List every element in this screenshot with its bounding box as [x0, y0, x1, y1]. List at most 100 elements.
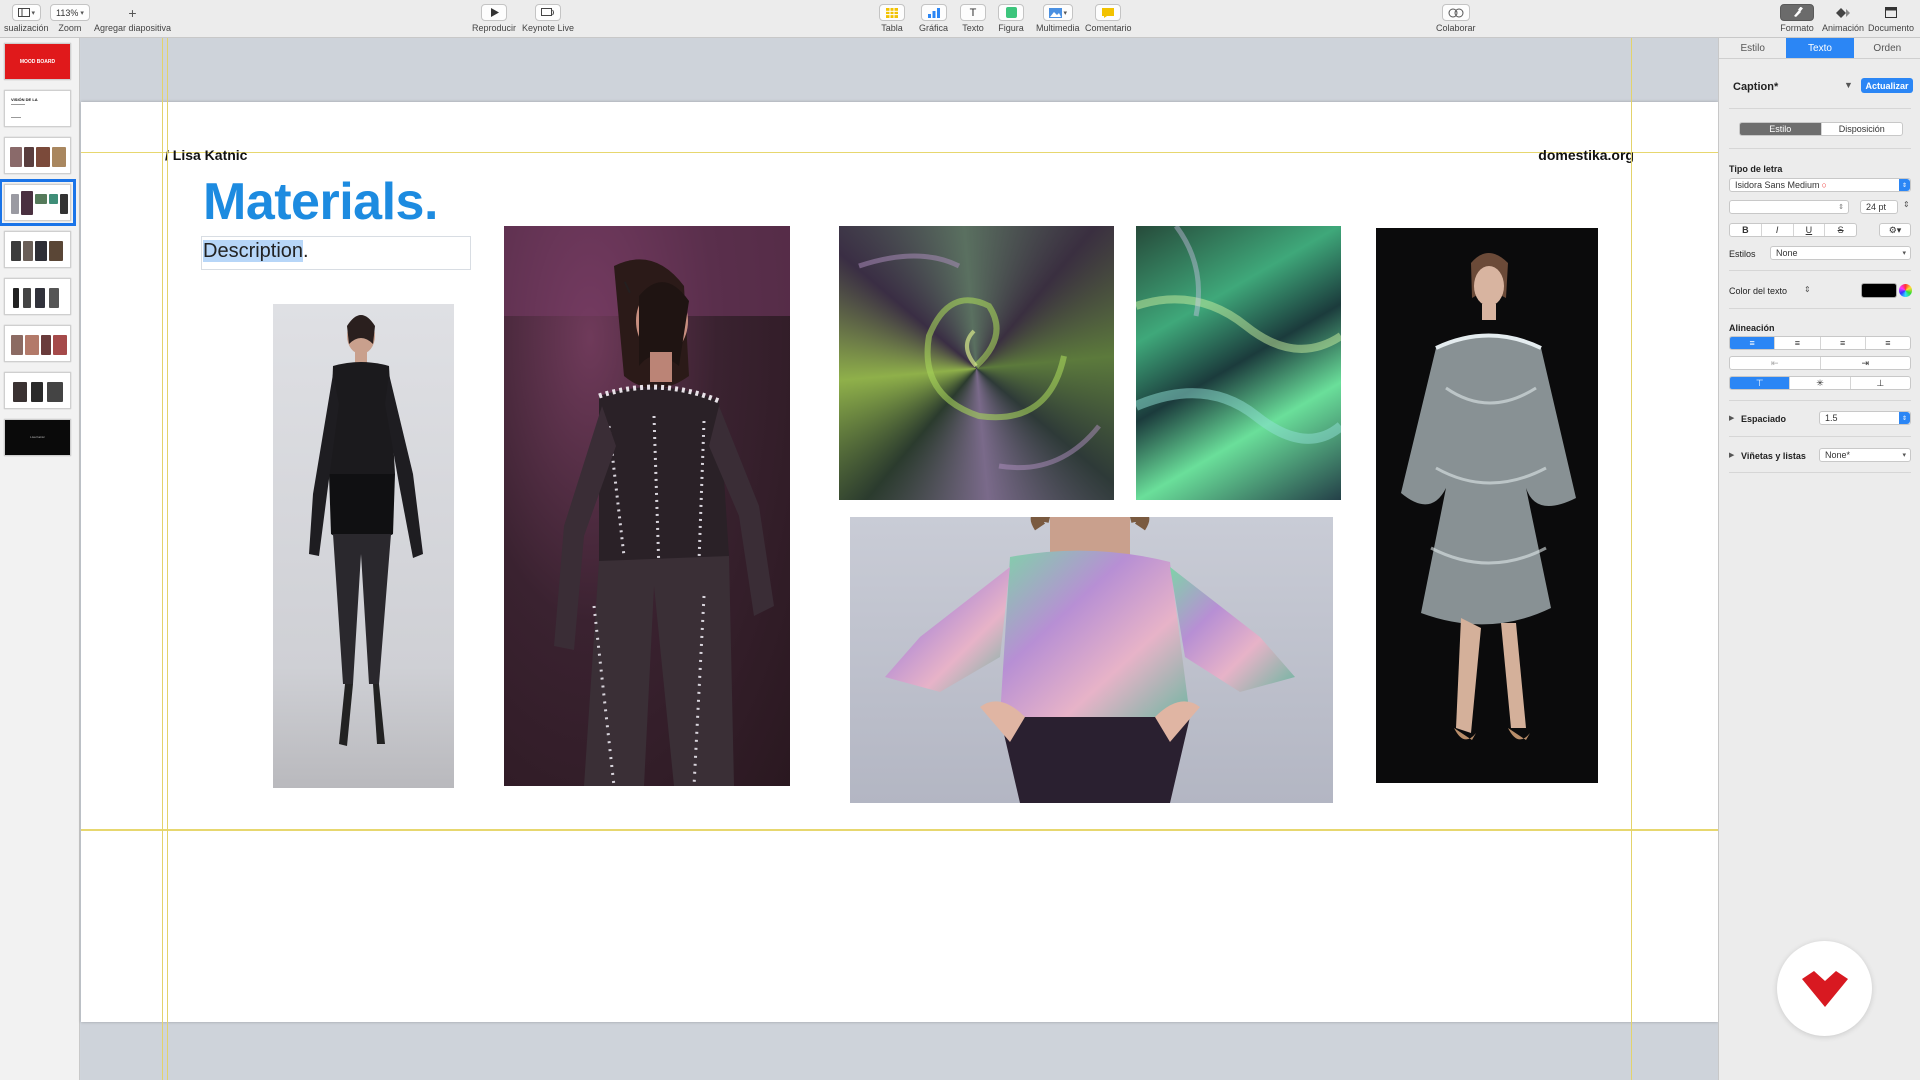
- slide-thumbnail-9[interactable]: Lisa Katnic: [4, 419, 71, 456]
- disclosure-triangle-icon[interactable]: ▶: [1729, 451, 1734, 459]
- align-right-icon[interactable]: ≡: [1821, 337, 1866, 349]
- table-icon[interactable]: [879, 4, 905, 21]
- text-button[interactable]: T Texto: [960, 4, 986, 33]
- tab-text[interactable]: Texto: [1786, 38, 1854, 58]
- slide-navigator: MOOD BOARD VISIÓN DE LA Lisa Katnic: [0, 38, 80, 1080]
- increase-indent-icon[interactable]: ⇥: [1821, 357, 1911, 369]
- align-left-icon[interactable]: ≡: [1730, 337, 1776, 349]
- play-icon[interactable]: [481, 4, 508, 21]
- holographic-green-fabric-photo[interactable]: [1136, 226, 1341, 500]
- table-button[interactable]: Tabla: [879, 4, 905, 33]
- text-icon[interactable]: T: [960, 4, 986, 21]
- underline-button[interactable]: U: [1794, 224, 1826, 236]
- slide-thumbnail-7[interactable]: [4, 325, 71, 362]
- view-label: sualización: [4, 23, 49, 33]
- animate-diamond-icon[interactable]: [1830, 4, 1856, 21]
- bullets-select[interactable]: None* ▾: [1819, 448, 1911, 462]
- chart-button[interactable]: Gráfica: [919, 4, 948, 33]
- format-button[interactable]: Formato: [1780, 4, 1814, 33]
- slide-thumbnail-3[interactable]: [4, 137, 71, 174]
- chart-icon[interactable]: [920, 4, 947, 21]
- font-family-select[interactable]: Isidora Sans Medium ○ ⇕: [1729, 178, 1911, 192]
- italic-button[interactable]: I: [1762, 224, 1794, 236]
- slide-thumbnail-8[interactable]: [4, 372, 71, 409]
- alignment-guide: [81, 829, 1718, 831]
- keynote-live-icon[interactable]: [535, 4, 562, 21]
- align-top-icon[interactable]: ⊤: [1730, 377, 1791, 389]
- alignment-guide: [81, 152, 1718, 153]
- view-menu[interactable]: ▾ sualización: [4, 4, 49, 33]
- collaborate-button[interactable]: Colaborar: [1436, 4, 1476, 33]
- iridescent-top-model-photo[interactable]: [850, 517, 1333, 803]
- media-icon[interactable]: ▾: [1042, 4, 1074, 21]
- slide-thumbnail-6[interactable]: [4, 278, 71, 315]
- text-color-chevron-icon[interactable]: ⇕: [1804, 285, 1811, 294]
- plus-icon[interactable]: +: [120, 4, 146, 21]
- bullets-label[interactable]: Viñetas y listas: [1741, 451, 1806, 461]
- animate-button[interactable]: Animación: [1822, 4, 1864, 33]
- align-middle-icon[interactable]: ✳: [1790, 377, 1851, 389]
- slide-thumbnail-4[interactable]: [0, 179, 76, 226]
- shape-button[interactable]: Figura: [998, 4, 1024, 33]
- shape-icon[interactable]: [998, 4, 1024, 21]
- description-text[interactable]: Description.: [203, 240, 309, 263]
- character-styles-select[interactable]: None ▾: [1770, 246, 1911, 260]
- comment-label: Comentario: [1085, 23, 1132, 33]
- author-label[interactable]: / Lisa Katnic: [165, 147, 247, 163]
- text-options-gear-icon[interactable]: ⚙▾: [1879, 223, 1911, 237]
- slide-thumbnail-5[interactable]: [4, 231, 71, 268]
- site-label[interactable]: domestika.org: [1538, 147, 1634, 163]
- font-size-field[interactable]: 24 pt: [1860, 200, 1898, 214]
- thumbnail-image: [31, 382, 43, 402]
- update-style-button[interactable]: Actualizar: [1861, 78, 1913, 93]
- thumbnail-line: [11, 117, 21, 118]
- comment-button[interactable]: Comentario: [1085, 4, 1132, 33]
- keynote-live-button[interactable]: Keynote Live: [522, 4, 574, 33]
- divider: [1729, 472, 1911, 473]
- subtab-style[interactable]: Estilo: [1740, 123, 1822, 135]
- media-button[interactable]: ▾ Multimedia: [1036, 4, 1080, 33]
- slide-thumbnail-2[interactable]: VISIÓN DE LA: [4, 90, 71, 127]
- align-justify-icon[interactable]: ≡: [1866, 337, 1910, 349]
- text-color-swatch[interactable]: [1861, 283, 1897, 298]
- tab-style[interactable]: Estilo: [1719, 38, 1786, 58]
- paragraph-style-name[interactable]: Caption*: [1733, 81, 1778, 93]
- zoom-select[interactable]: 113% ▾: [50, 4, 90, 21]
- spacing-select[interactable]: 1.5 ⇕: [1819, 411, 1911, 425]
- description-selection: Description: [203, 240, 304, 262]
- slide-title[interactable]: Materials.: [203, 172, 438, 232]
- document-button[interactable]: Documento: [1868, 4, 1914, 33]
- add-slide-button[interactable]: + Agregar diapositiva: [94, 4, 171, 34]
- format-label: Formato: [1780, 23, 1814, 33]
- paragraph-style-chevron-icon[interactable]: ▼: [1844, 80, 1853, 90]
- play-button[interactable]: Reproducir: [472, 4, 516, 33]
- thumbnail-image: [11, 241, 21, 261]
- tab-arrange[interactable]: Orden: [1854, 38, 1920, 58]
- thumbnail-image: [11, 335, 23, 355]
- slide-thumbnail-1[interactable]: MOOD BOARD: [4, 43, 71, 80]
- font-size-stepper-icon[interactable]: ⇕: [1903, 200, 1910, 209]
- zoom-menu[interactable]: 113% ▾ Zoom: [50, 4, 90, 33]
- document-icon[interactable]: [1878, 4, 1904, 21]
- spacing-label[interactable]: Espaciado: [1741, 414, 1786, 424]
- performer-crystal-outfit-photo[interactable]: [504, 226, 790, 786]
- font-typeface-select[interactable]: ⇕: [1729, 200, 1849, 214]
- color-wheel-icon[interactable]: [1899, 284, 1912, 297]
- decrease-indent-icon[interactable]: ⇤: [1730, 357, 1821, 369]
- thumbnail-image: [47, 382, 63, 402]
- runway-silver-organza-dress-photo[interactable]: [1376, 228, 1598, 783]
- format-brush-icon[interactable]: [1780, 4, 1814, 21]
- divider: [1729, 308, 1911, 309]
- comment-icon[interactable]: [1095, 4, 1122, 21]
- strikethrough-button[interactable]: S: [1825, 224, 1856, 236]
- iridescent-swirl-fabric-photo[interactable]: [839, 226, 1114, 500]
- collaborate-icon[interactable]: [1441, 4, 1470, 21]
- bold-button[interactable]: B: [1730, 224, 1762, 236]
- view-icon[interactable]: ▾: [11, 4, 42, 21]
- thumbnail-image: [23, 288, 31, 308]
- align-center-icon[interactable]: ≡: [1775, 337, 1821, 349]
- subtab-layout[interactable]: Disposición: [1822, 123, 1903, 135]
- align-bottom-icon[interactable]: ⊥: [1851, 377, 1910, 389]
- disclosure-triangle-icon[interactable]: ▶: [1729, 414, 1734, 422]
- runway-black-corset-photo[interactable]: [273, 304, 454, 788]
